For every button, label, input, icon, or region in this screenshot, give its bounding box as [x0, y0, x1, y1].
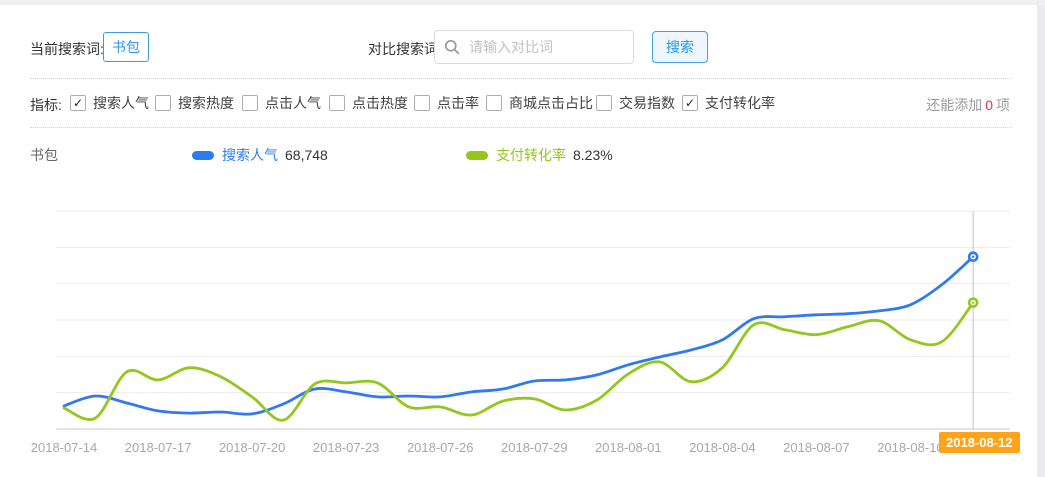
metrics-label: 指标:: [30, 95, 62, 115]
top-band: [0, 0, 1045, 5]
separator: [30, 78, 1012, 79]
trend-line-chart: 2018-07-14 2018-07-17 2018-07-20 2018-07-23…: [0, 200, 1045, 477]
x-tick-label: 2018-08-10: [877, 440, 944, 455]
legend-value: 68,748: [285, 147, 328, 163]
search-analysis-page: 当前搜索词: 书包 对比搜索词: 搜索 指标: 搜索人气 搜索热度 点击人气 点击热度…: [0, 0, 1045, 477]
metric-label: 商城点击占比: [509, 93, 593, 113]
series-endpoint-dot: [972, 256, 974, 258]
metric-label: 点击人气: [265, 93, 321, 113]
legend-term: 书包: [30, 145, 58, 165]
axis-pointer-date-badge: 2018-08-12: [939, 432, 1020, 453]
search-button[interactable]: 搜索: [652, 31, 708, 63]
remaining-suffix: 项: [996, 97, 1010, 113]
x-tick-label: 2018-07-26: [407, 440, 474, 455]
compare-search-input[interactable]: [467, 38, 633, 56]
x-tick-label: 2018-07-17: [125, 440, 192, 455]
x-tick-label: 2018-08-01: [595, 440, 662, 455]
magnifier-icon: [444, 39, 460, 55]
metric-checkbox-7[interactable]: 交易指数: [596, 93, 675, 113]
x-tick-label: 2018-08-04: [689, 440, 756, 455]
legend-bar: 书包 搜索人气 68,748 支付转化率 8.23%: [0, 142, 1037, 166]
legend-value: 8.23%: [573, 147, 613, 163]
remaining-add-text: 还能添加0项: [926, 95, 1010, 115]
metric-label: 支付转化率: [705, 93, 775, 113]
metric-checkbox-4[interactable]: 点击热度: [329, 93, 408, 113]
current-term-label: 当前搜索词:: [30, 39, 104, 59]
separator: [30, 127, 1012, 128]
metric-checkbox-5[interactable]: 点击率: [414, 93, 479, 113]
metrics-bar: 指标: 搜索人气 搜索热度 点击人气 点击热度 点击率 商城点击占比 交易指数 支付转化率 还…: [0, 90, 1037, 116]
chart-canvas: [0, 200, 1045, 477]
metric-label: 点击率: [437, 93, 479, 113]
legend-swatch-blue: [192, 151, 214, 160]
legend-label: 支付转化率: [496, 145, 566, 165]
checkbox-unchecked-icon[interactable]: [486, 95, 502, 111]
metric-checkbox-6[interactable]: 商城点击占比: [486, 93, 593, 113]
metric-checkbox-2[interactable]: 搜索热度: [155, 93, 234, 113]
x-tick-label: 2018-08-07: [783, 440, 850, 455]
checkbox-unchecked-icon[interactable]: [242, 95, 258, 111]
compare-input-wrap: [434, 30, 634, 64]
x-tick-label: 2018-07-23: [313, 440, 380, 455]
series-endpoint-dot: [972, 301, 974, 303]
metric-label: 搜索热度: [178, 93, 234, 113]
metric-checkbox-8[interactable]: 支付转化率: [682, 93, 775, 113]
metric-label: 交易指数: [619, 93, 675, 113]
remaining-count: 0: [982, 97, 996, 113]
current-term-button[interactable]: 书包: [103, 32, 149, 62]
metric-label: 搜索人气: [93, 93, 149, 113]
checkbox-unchecked-icon[interactable]: [155, 95, 171, 111]
checkbox-unchecked-icon[interactable]: [414, 95, 430, 111]
legend-swatch-green: [466, 151, 488, 160]
legend-item-search-popularity: 搜索人气 68,748: [192, 145, 328, 165]
x-tick-label: 2018-07-14: [31, 440, 98, 455]
legend-label: 搜索人气: [222, 145, 278, 165]
checkbox-unchecked-icon[interactable]: [596, 95, 612, 111]
checkbox-unchecked-icon[interactable]: [329, 95, 345, 111]
blue-series-line: [64, 257, 973, 415]
x-tick-label: 2018-07-20: [219, 440, 286, 455]
compare-term-label: 对比搜索词:: [368, 39, 442, 59]
remaining-prefix: 还能添加: [926, 97, 982, 113]
legend-item-pay-conversion: 支付转化率 8.23%: [466, 145, 613, 165]
checkbox-checked-icon[interactable]: [70, 95, 86, 111]
metric-label: 点击热度: [352, 93, 408, 113]
x-tick-label: 2018-07-29: [501, 440, 568, 455]
search-term-bar: 当前搜索词: 书包 对比搜索词: 搜索: [0, 30, 1037, 66]
metric-checkbox-3[interactable]: 点击人气: [242, 93, 321, 113]
checkbox-checked-icon[interactable]: [682, 95, 698, 111]
metric-checkbox-1[interactable]: 搜索人气: [70, 93, 149, 113]
